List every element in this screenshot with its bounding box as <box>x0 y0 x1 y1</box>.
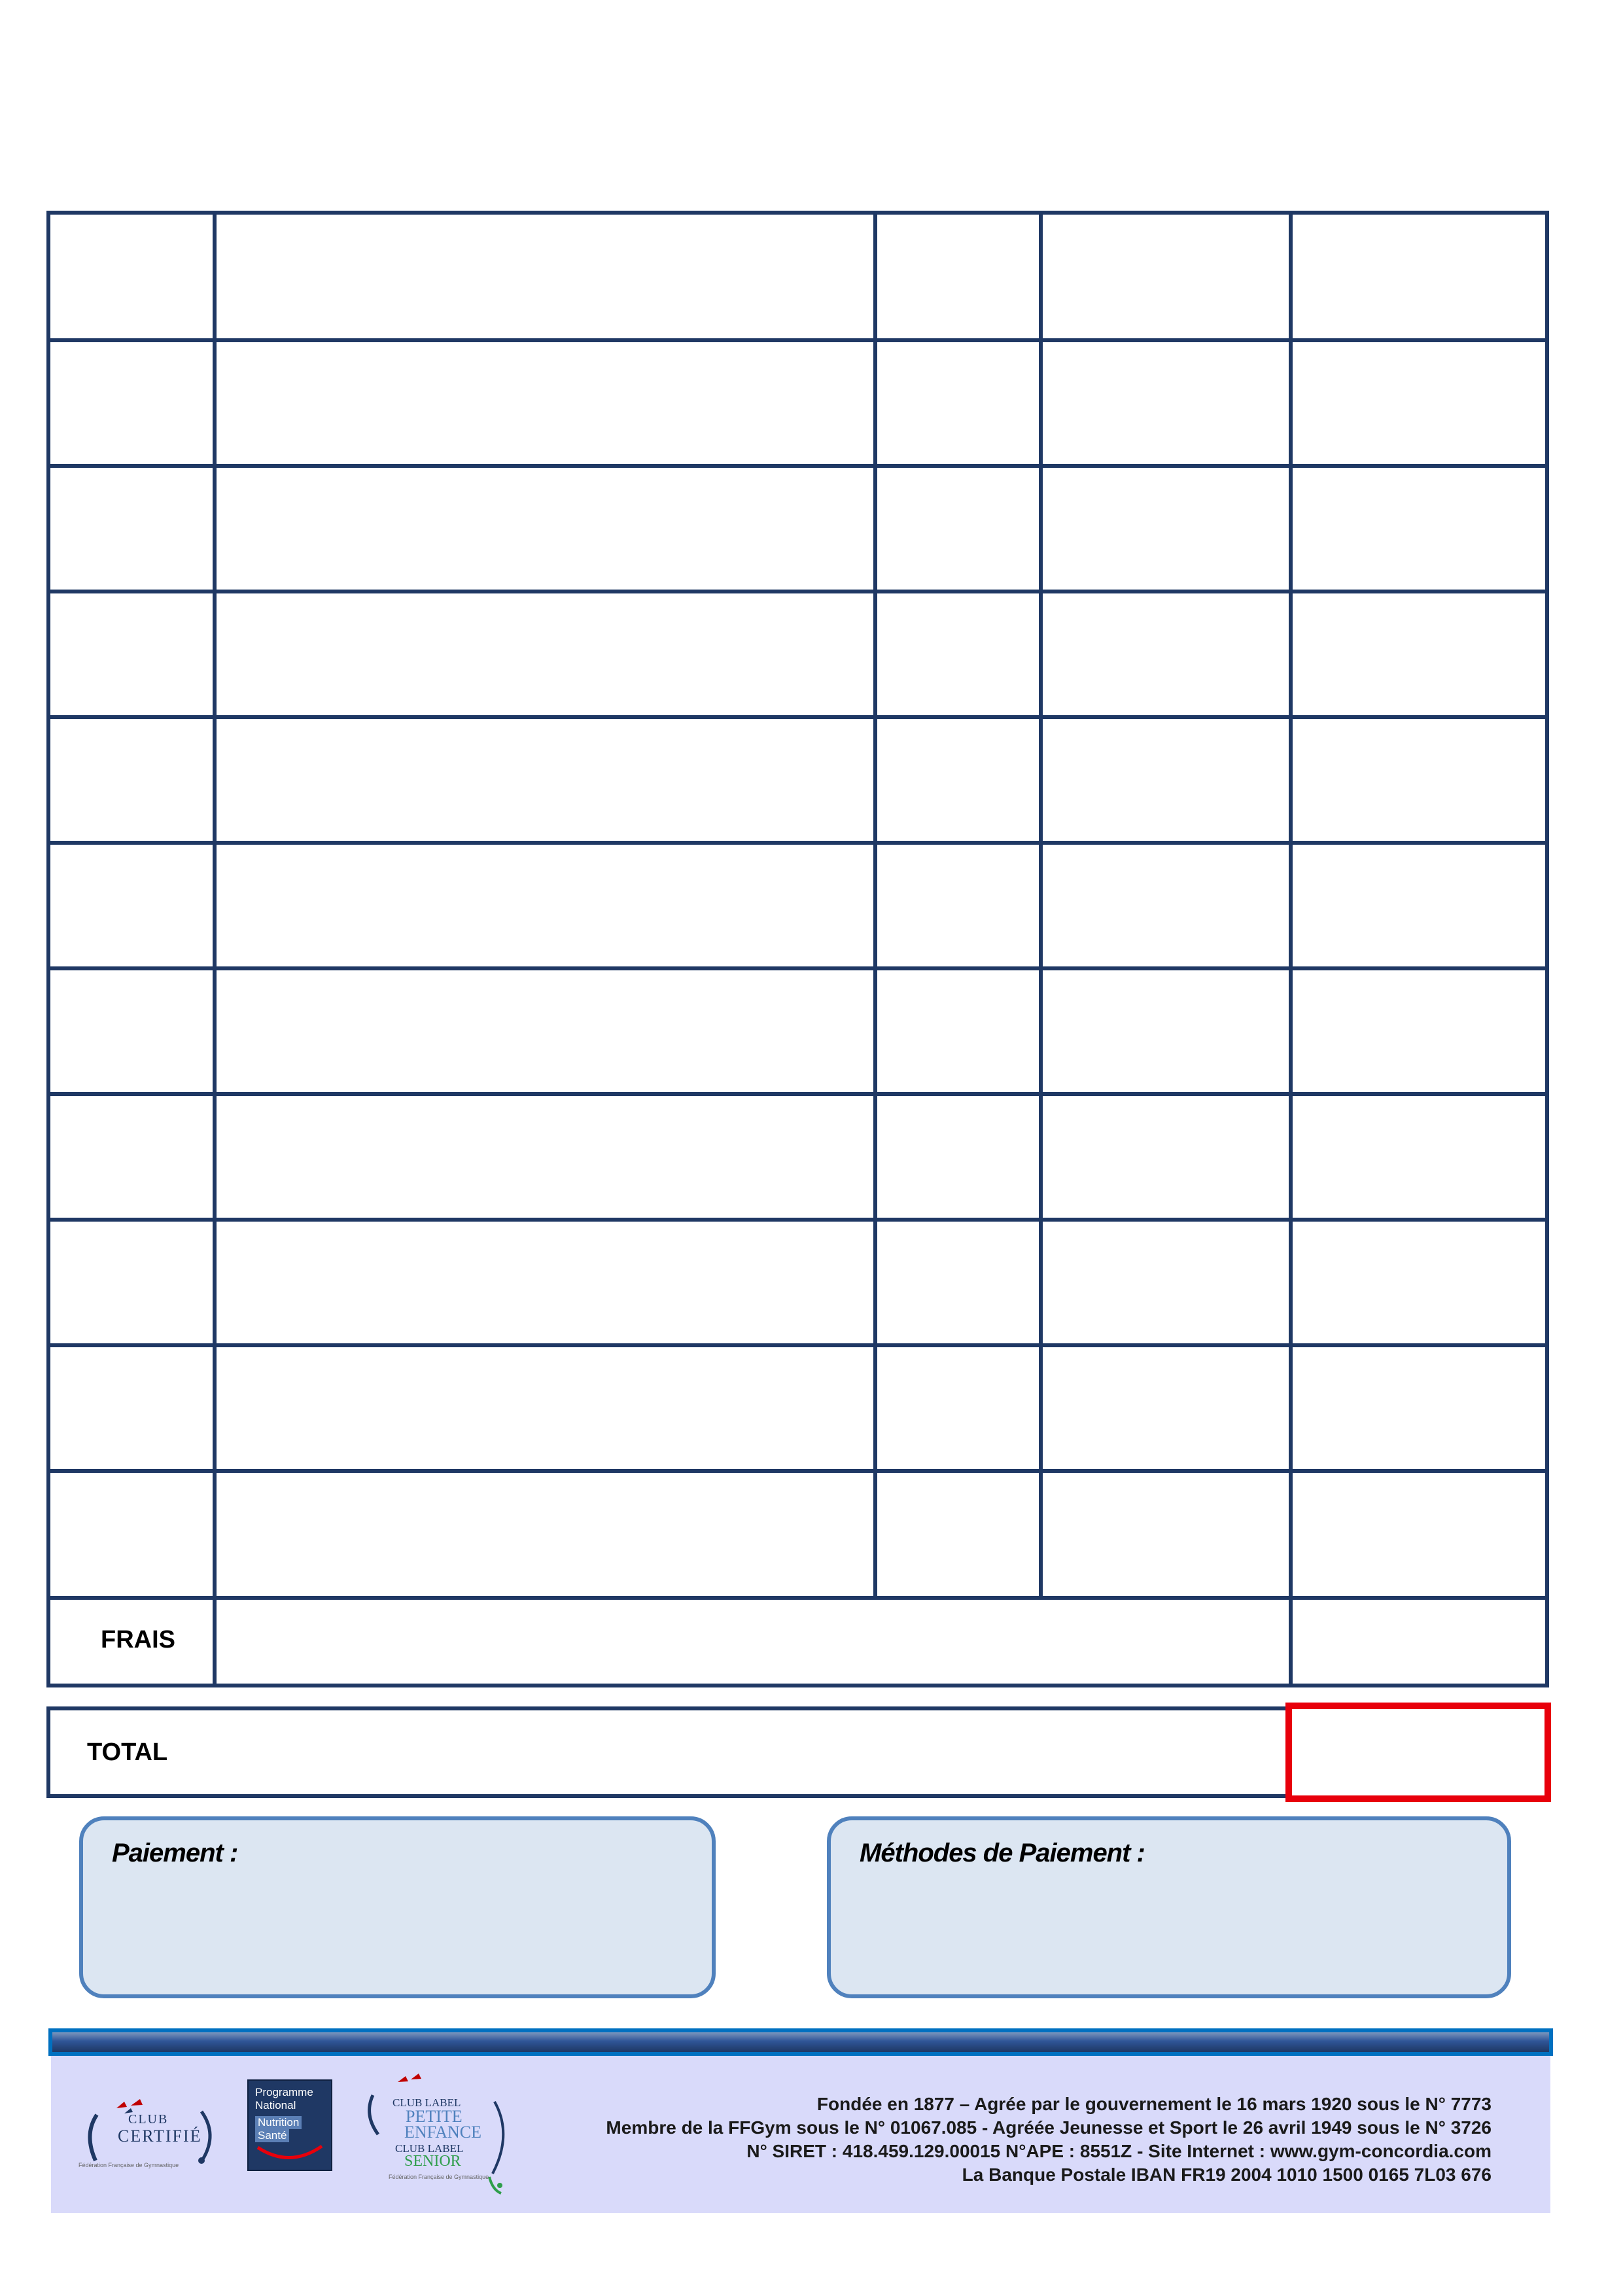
footer-info: Fondée en 1877 – Agrée par le gouverneme… <box>606 2093 1492 2187</box>
total-label: TOTAL <box>87 1738 168 1766</box>
table-cell[interactable] <box>1043 1096 1289 1218</box>
total-row: TOTAL <box>46 1706 1289 1798</box>
table-cell[interactable] <box>1043 217 1289 338</box>
table-cell[interactable] <box>877 342 1039 464</box>
footer-panel: CLUB CERTIFIÉ Fédération Française de Gy… <box>51 2056 1550 2213</box>
table-cell[interactable] <box>217 468 873 590</box>
table-cell[interactable] <box>1043 1473 1289 1595</box>
table-cell[interactable] <box>217 1473 873 1595</box>
table-cell[interactable] <box>217 217 873 338</box>
payment-methods-box[interactable]: Méthodes de Paiement : <box>827 1816 1511 1998</box>
table-cell[interactable] <box>1043 593 1289 715</box>
club-label-line3: ENFANCE <box>404 2123 481 2142</box>
table-cell[interactable] <box>50 342 213 464</box>
table-cell[interactable] <box>877 1222 1039 1343</box>
pnns-logo: Programme National Nutrition Santé <box>247 2079 332 2171</box>
table-cell[interactable] <box>217 1347 873 1469</box>
pnns-line2: National <box>255 2099 296 2111</box>
club-label-logo: CLUB LABEL PETITE ENFANCE CLUB LABEL SEN… <box>358 2069 515 2200</box>
table-cell[interactable] <box>1043 845 1289 966</box>
table-cell[interactable] <box>1293 593 1545 715</box>
table-cell[interactable] <box>50 593 213 715</box>
table-cell[interactable] <box>1043 719 1289 841</box>
table-cell[interactable] <box>1293 1473 1545 1595</box>
club-certifie-line2: CERTIFIÉ <box>118 2127 202 2146</box>
table-cell[interactable] <box>1043 342 1289 464</box>
pnns-line4: Santé <box>255 2129 290 2142</box>
frais-label: FRAIS <box>101 1625 175 1653</box>
table-cell[interactable] <box>217 719 873 841</box>
table-cell[interactable] <box>217 845 873 966</box>
table-cell[interactable] <box>1043 1347 1289 1469</box>
club-certifie-logo: CLUB CERTIFIÉ Fédération Française de Gy… <box>77 2082 221 2180</box>
table-cell[interactable] <box>1293 468 1545 590</box>
footer-line-membership: Membre de la FFGym sous le N° 01067.085 … <box>606 2117 1492 2138</box>
payment-methods-title: Méthodes de Paiement : <box>860 1839 1145 1867</box>
invoice-table <box>46 211 1549 1600</box>
table-cell[interactable] <box>217 1222 873 1343</box>
table-cell[interactable] <box>50 1473 213 1595</box>
club-certifie-caption: Fédération Française de Gymnastique <box>79 2162 179 2168</box>
table-cell[interactable] <box>50 1096 213 1218</box>
table-cell[interactable] <box>50 468 213 590</box>
frais-value[interactable] <box>1293 1596 1545 1684</box>
table-cell[interactable] <box>877 217 1039 338</box>
payment-title: Paiement : <box>112 1839 238 1867</box>
table-cell[interactable] <box>50 970 213 1092</box>
table-cell[interactable] <box>1293 1347 1545 1469</box>
table-cell[interactable] <box>50 1347 213 1469</box>
table-cell[interactable] <box>1043 468 1289 590</box>
table-cell[interactable] <box>877 468 1039 590</box>
footer-line-founded: Fondée en 1877 – Agrée par le gouverneme… <box>816 2094 1492 2114</box>
payment-box[interactable]: Paiement : <box>79 1816 716 1998</box>
table-cell[interactable] <box>1043 970 1289 1092</box>
table-cell[interactable] <box>1043 1222 1289 1343</box>
pnns-line3: Nutrition <box>255 2116 302 2129</box>
table-cell[interactable] <box>1293 845 1545 966</box>
total-value[interactable] <box>1285 1703 1551 1802</box>
club-label-line5: SENIOR <box>404 2153 461 2170</box>
table-cell[interactable] <box>877 845 1039 966</box>
frais-row: FRAIS <box>46 1596 1549 1687</box>
table-cell[interactable] <box>877 593 1039 715</box>
table-cell[interactable] <box>1293 342 1545 464</box>
table-cell[interactable] <box>217 970 873 1092</box>
table-cell[interactable] <box>1293 719 1545 841</box>
club-certifie-line1: CLUB <box>128 2112 169 2127</box>
table-cell[interactable] <box>50 217 213 338</box>
club-label-caption: Fédération Française de Gymnastique <box>389 2174 489 2180</box>
table-cell[interactable] <box>877 1096 1039 1218</box>
table-cell[interactable] <box>1293 217 1545 338</box>
table-cell[interactable] <box>217 342 873 464</box>
table-cell[interactable] <box>50 1222 213 1343</box>
table-cell[interactable] <box>50 719 213 841</box>
table-cell[interactable] <box>1293 1096 1545 1218</box>
table-cell[interactable] <box>1293 1222 1545 1343</box>
table-cell[interactable] <box>1293 970 1545 1092</box>
footer-line-siret: N° SIRET : 418.459.129.00015 N°APE : 855… <box>746 2141 1492 2161</box>
table-cell[interactable] <box>217 593 873 715</box>
table-cell[interactable] <box>877 970 1039 1092</box>
table-cell[interactable] <box>50 845 213 966</box>
table-cell[interactable] <box>877 1473 1039 1595</box>
footer-line-iban: La Banque Postale IBAN FR19 2004 1010 15… <box>962 2164 1492 2185</box>
pnns-line1: Programme <box>255 2086 313 2098</box>
pnns-smile-icon <box>256 2144 323 2159</box>
table-cell[interactable] <box>877 719 1039 841</box>
table-cell[interactable] <box>217 1096 873 1218</box>
footer-bar <box>48 2028 1553 2056</box>
table-cell[interactable] <box>877 1347 1039 1469</box>
